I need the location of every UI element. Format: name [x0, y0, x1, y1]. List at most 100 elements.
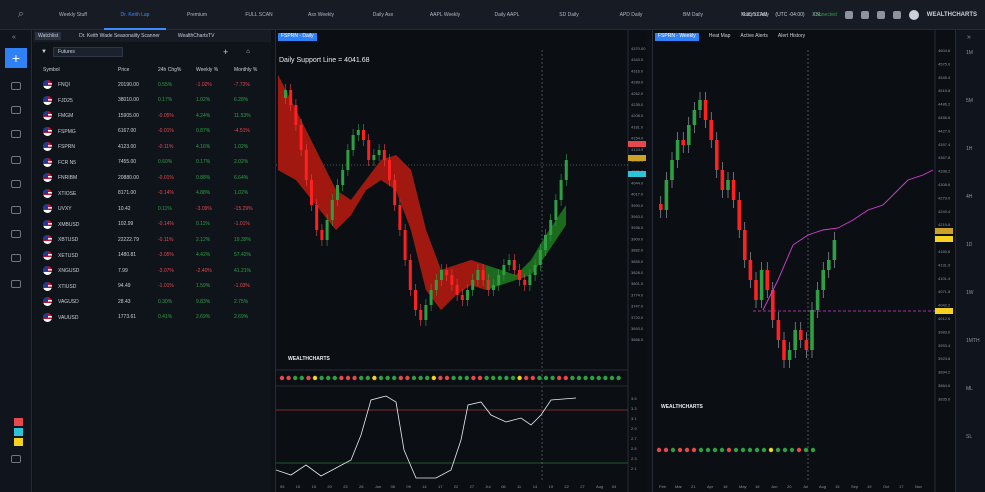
tab-layout-3[interactable]: FULL SCAN: [228, 0, 290, 30]
col-price[interactable]: Price: [118, 67, 158, 77]
timeframe-4h[interactable]: 4H: [966, 194, 972, 200]
collapse-right-icon[interactable]: »: [967, 34, 971, 41]
tab-layout-10[interactable]: BM Daily: [662, 0, 724, 30]
filter-icon[interactable]: ▼: [41, 49, 47, 55]
settings-icon[interactable]: [11, 455, 21, 463]
table-row[interactable]: FJD25 38010.00 0.17% 1.02% 6.28%: [33, 93, 271, 109]
col-weekly[interactable]: Weekly %: [196, 67, 234, 77]
timeframe-1m[interactable]: 1M: [966, 50, 973, 56]
price-cell: 94.49: [118, 283, 131, 290]
watchlist-select[interactable]: Futures: [52, 47, 123, 57]
bell-icon[interactable]: [860, 11, 869, 19]
table-row[interactable]: FNRIBM 20880.00 -0.01% 0.88% 6.64%: [33, 170, 271, 186]
color-swatch-red[interactable]: [14, 418, 23, 426]
change-weekly-cell: 4.24%: [196, 112, 211, 119]
tab-layout-2[interactable]: Premium: [166, 0, 228, 30]
us-flag-icon: [43, 80, 52, 90]
tab-layout-5[interactable]: Daily Asx: [352, 0, 414, 30]
table-row[interactable]: FCR N5 7455.00 0.60% 0.17% 2.02%: [33, 155, 271, 171]
col-symbol[interactable]: Symbol: [43, 67, 118, 77]
time-tick-label: 19: [549, 484, 554, 489]
add-symbol-icon[interactable]: +: [223, 47, 228, 57]
lock-icon[interactable]: [844, 11, 853, 19]
price-tick-label: 4131.0: [938, 262, 951, 267]
tab-layout-8[interactable]: SD Daily: [538, 0, 600, 30]
avatar[interactable]: [908, 10, 919, 20]
timeframe-sl[interactable]: SL: [966, 434, 972, 440]
daily-chart-canvas[interactable]: 4370.00 4343.0 4316.0 4289.0 4262.0 4235.0 420…: [276, 30, 646, 492]
table-row[interactable]: FNQI 20190.00 0.55% -1.02% -7.72%: [33, 77, 271, 93]
timeframe-ml[interactable]: ML: [966, 386, 973, 392]
tab-layout-1[interactable]: Dr. Keith Lap: [104, 0, 166, 30]
clock-icon[interactable]: [11, 106, 21, 114]
tab-wealthchartstv[interactable]: WealthChartsTV: [178, 33, 215, 39]
table-row[interactable]: FSPMG 6167.00 -0.01% 0.87% -4.51%: [33, 124, 271, 140]
table-row[interactable]: XMBUSD 102.99 -0.14% 0.11% -1.01%: [33, 217, 271, 233]
pen-icon[interactable]: [11, 180, 21, 188]
pointer-icon[interactable]: [11, 280, 21, 288]
table-row[interactable]: XTIUSD 94.49 -1.01% 1.59% -1.03%: [33, 279, 271, 295]
timeframe-5m[interactable]: 5M: [966, 98, 973, 104]
candle-body: [429, 290, 433, 305]
timeframe-1d[interactable]: 1D: [966, 242, 972, 248]
tab-layout-0[interactable]: Weekly Stuff: [42, 0, 104, 30]
brand-logo: WEALTHCHARTS: [926, 12, 977, 18]
tab-daily-chart[interactable]: FSPRN - Daily: [278, 33, 317, 41]
weekly-chart[interactable]: 4604.6 4575.0 4545.4 4515.8 4486.2 4456.6 4427…: [652, 30, 956, 492]
col-monthly[interactable]: Monthly %: [234, 67, 272, 77]
tab-watchlist[interactable]: Watchlist: [35, 32, 62, 40]
daily-chart[interactable]: 4370.00 4343.0 4316.0 4289.0 4262.0 4235.0 420…: [275, 30, 646, 492]
signal-dot: [345, 375, 351, 381]
timeframe-1mth[interactable]: 1MTH: [966, 338, 980, 344]
candle-body: [726, 180, 730, 190]
tab-alert-history[interactable]: Alert History: [778, 33, 805, 41]
calendar-icon[interactable]: [11, 130, 21, 138]
tab-active-alerts[interactable]: Active Alerts: [740, 33, 768, 41]
table-row[interactable]: FSPRN 4123.00 -0.11% 4.16% 1.02%: [33, 139, 271, 155]
collapse-left-icon[interactable]: «: [12, 34, 16, 41]
table-row[interactable]: XBTUSD 22222.79 -0.11% 2.12% 19.39%: [33, 232, 271, 248]
candle-body: [315, 205, 319, 230]
trend-line-icon[interactable]: [11, 156, 21, 164]
table-row[interactable]: XTIOSE 8171.00 -0.14% 4.88% 1.02%: [33, 186, 271, 202]
color-swatch-yellow[interactable]: [14, 438, 23, 446]
table-row[interactable]: UVXY 10.42 0.11% -3.09% -15.29%: [33, 201, 271, 217]
candle-body: [336, 185, 339, 200]
table-row[interactable]: XNGUSD 7.99 -3.07% -2.40% 41.21%: [33, 263, 271, 279]
tab-heat-map[interactable]: Heat Map: [709, 33, 731, 41]
text-icon[interactable]: [11, 230, 21, 238]
candle-body: [731, 180, 736, 200]
time-tick-label: Jun: [771, 484, 777, 489]
table-row[interactable]: XETUSD 1480.81 -3.05% 4.42% 57.42%: [33, 248, 271, 264]
candle-body: [497, 275, 501, 285]
candle-body: [559, 180, 563, 200]
candle-body: [703, 100, 708, 120]
candle-body: [304, 150, 308, 180]
timeframe-1w[interactable]: 1W: [966, 290, 974, 296]
search-icon[interactable]: ⌕: [0, 8, 42, 21]
tab-layout-4[interactable]: Asx Weekly: [290, 0, 352, 30]
symbol-cell: XETUSD: [43, 250, 118, 260]
add-chart-button[interactable]: +: [5, 48, 27, 68]
tab-layout-6[interactable]: AAPL Weekly: [414, 0, 476, 30]
weekly-chart-canvas[interactable]: 4604.6 4575.0 4545.4 4515.8 4486.2 4456.6 4427…: [653, 30, 956, 492]
crosshair-icon[interactable]: [11, 82, 21, 90]
shapes-icon[interactable]: [11, 206, 21, 214]
tag-icon[interactable]: ⌂: [246, 49, 250, 55]
tab-layout-7[interactable]: Daily AAPL: [476, 0, 538, 30]
tab-layout-9[interactable]: APD Daily: [600, 0, 662, 30]
help-icon[interactable]: [892, 11, 901, 19]
timeframe-1h[interactable]: 1H: [966, 146, 972, 152]
table-row[interactable]: VAGUSD 28.43 0.30% 9.83% 2.75%: [33, 294, 271, 310]
table-row[interactable]: VAUUSD 1773.61 0.41% 2.69% 2.69%: [33, 310, 271, 326]
color-swatch-cyan[interactable]: [14, 428, 23, 436]
tab-seasonality[interactable]: Dr. Keith Wade Seasonality Scanner: [79, 33, 160, 39]
brush-icon[interactable]: [11, 254, 21, 262]
table-row[interactable]: FMGM 15905.00 -0.05% 4.24% 11.53%: [33, 108, 271, 124]
settings-icon[interactable]: [876, 11, 885, 19]
col-24h[interactable]: 24h Chg%: [158, 67, 196, 77]
tab-weekly-chart[interactable]: FSPRN - Weekly: [655, 33, 699, 41]
symbol-cell: FNRIBM: [43, 173, 118, 183]
signal-dot: [517, 375, 522, 381]
connection-status: Connected: [812, 12, 837, 18]
